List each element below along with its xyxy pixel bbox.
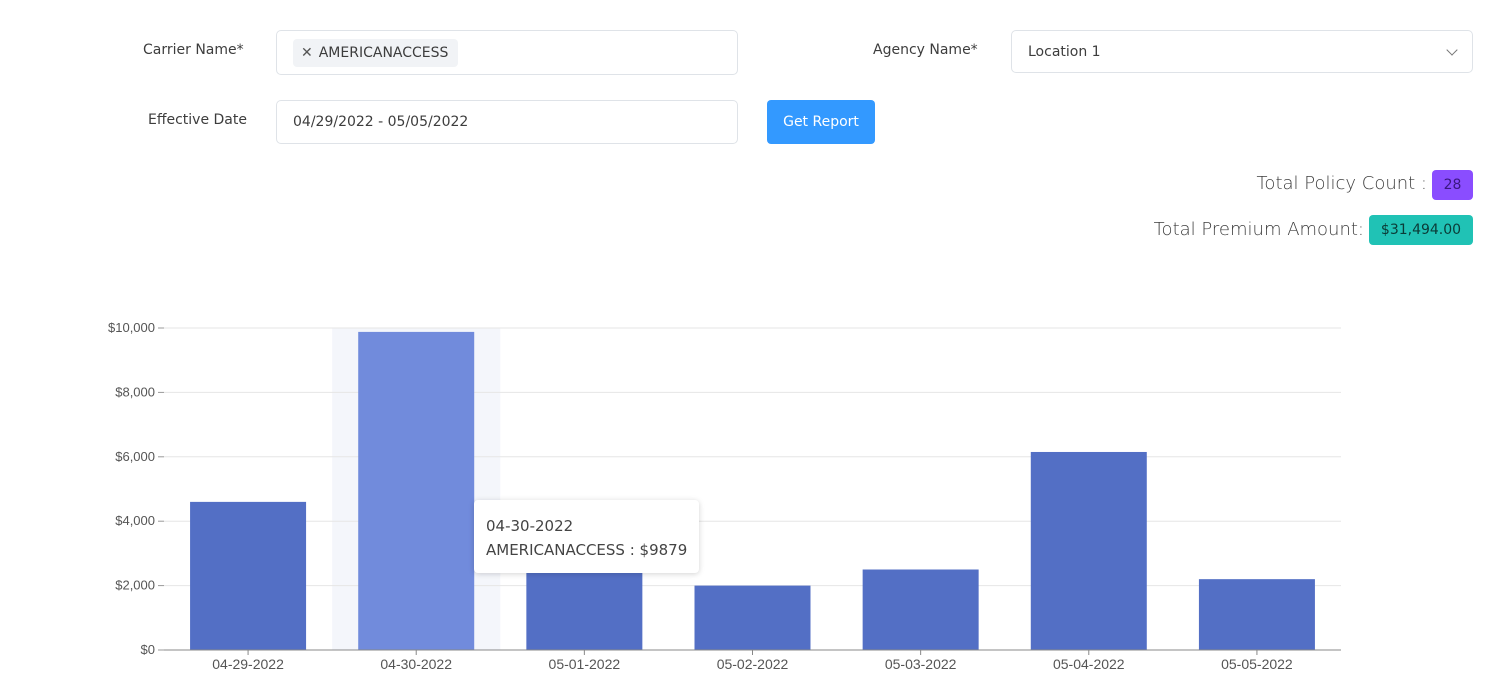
policy-count-badge: 28 <box>1432 170 1473 200</box>
effective-date-label: Effective Date <box>148 112 247 128</box>
bar <box>190 501 307 650</box>
effective-date-input[interactable]: 04/29/2022 - 05/05/2022 <box>276 100 738 144</box>
x-tick-label: 05-01-2022 <box>549 656 621 672</box>
carrier-tag-label: AMERICANACCESS <box>318 45 449 61</box>
x-tick-label: 04-30-2022 <box>380 656 452 672</box>
policy-count-label: Total Policy Count : <box>1256 173 1428 194</box>
x-tick-label: 05-03-2022 <box>885 656 957 672</box>
agency-name-label: Agency Name* <box>873 42 978 58</box>
y-tick-label: $8,000 <box>115 384 155 399</box>
carrier-tag[interactable]: ✕ AMERICANACCESS <box>293 39 459 67</box>
bar <box>862 569 979 650</box>
remove-tag-icon[interactable]: ✕ <box>301 45 313 61</box>
premium-amount-badge: $31,494.00 <box>1369 215 1473 245</box>
get-report-button[interactable]: Get Report <box>767 100 875 144</box>
premium-amount-label: Total Premium Amount: <box>1153 219 1364 240</box>
bar <box>526 572 643 650</box>
y-tick-label: $6,000 <box>115 449 155 464</box>
x-tick-label: 05-02-2022 <box>717 656 789 672</box>
bar <box>694 585 811 650</box>
agency-name-value: Location 1 <box>1028 44 1101 60</box>
carrier-name-select[interactable]: ✕ AMERICANACCESS <box>276 30 738 75</box>
premium-bar-chart: $0 $2,000 $4,000 $6,000 $8,000 $10,000 04-29-2… <box>108 320 1341 672</box>
x-tick-label: 04-29-2022 <box>212 656 284 672</box>
bar <box>1030 451 1147 650</box>
y-tick-label: $4,000 <box>115 513 155 528</box>
tooltip-value: AMERICANACCESS : $9879 <box>486 541 688 559</box>
effective-date-value: 04/29/2022 - 05/05/2022 <box>293 114 469 130</box>
x-tick-label: 05-04-2022 <box>1053 656 1125 672</box>
carrier-name-label: Carrier Name* <box>143 42 244 58</box>
tooltip-date: 04-30-2022 <box>486 517 574 535</box>
bar <box>358 331 475 650</box>
chevron-down-icon <box>1446 44 1458 56</box>
chart-tooltip: 04-30-2022 AMERICANACCESS : $9879 <box>474 500 699 573</box>
y-tick-label: $2,000 <box>115 578 155 593</box>
bar <box>1198 579 1315 650</box>
agency-name-select[interactable]: Location 1 <box>1011 30 1473 73</box>
y-tick-label: $0 <box>141 642 155 657</box>
x-tick-label: 05-05-2022 <box>1221 656 1293 672</box>
y-tick-label: $10,000 <box>108 320 155 335</box>
